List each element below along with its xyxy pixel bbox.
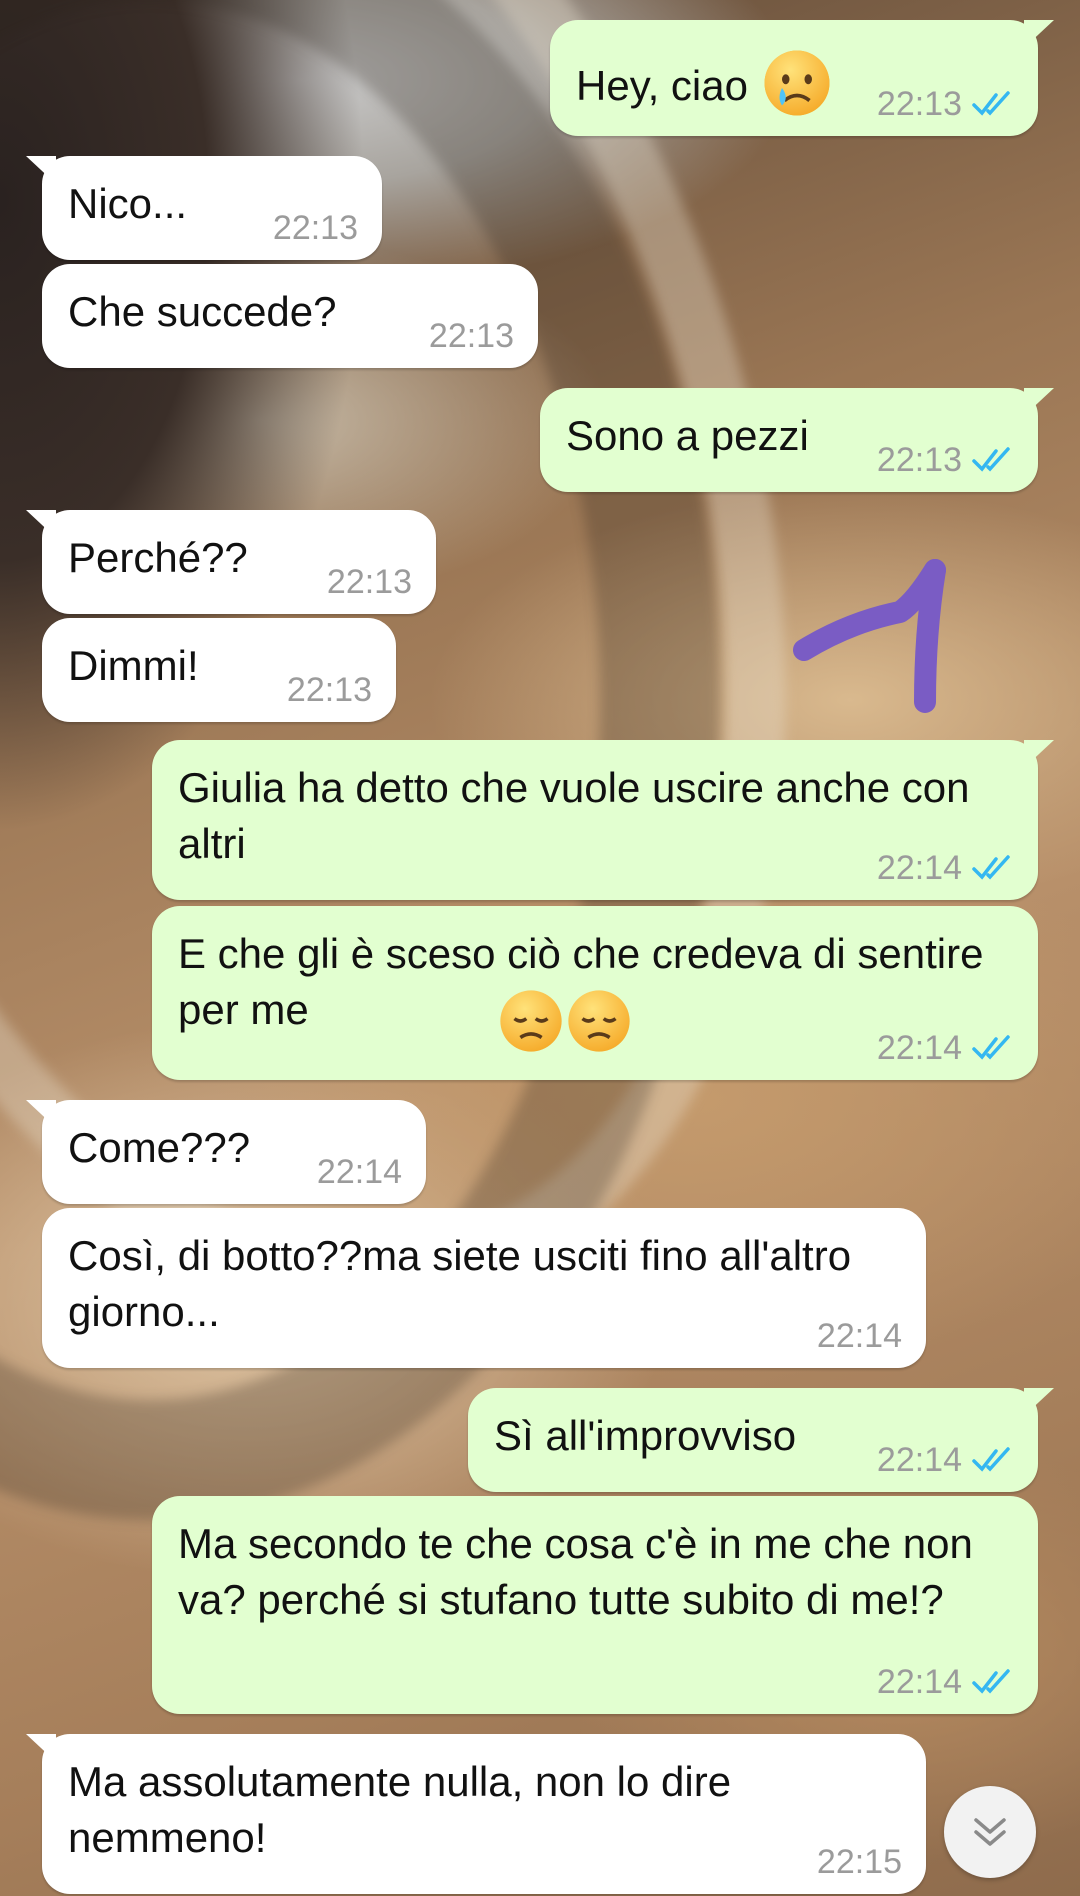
message-bubble-outgoing[interactable]: Ma secondo te che cosa c'è in me che non… bbox=[152, 1496, 1038, 1714]
message-bubble-incoming[interactable]: Come??? 22:14 bbox=[26, 1100, 426, 1204]
message-meta: 22:13 bbox=[877, 442, 1014, 478]
message-text: Perché?? bbox=[68, 534, 248, 581]
message-meta: 22:13 bbox=[273, 210, 358, 246]
message-meta: 22:14 bbox=[877, 1442, 1014, 1478]
double-check-icon bbox=[972, 91, 1010, 116]
message-meta: 22:15 bbox=[817, 1844, 902, 1880]
message-meta: 22:14 bbox=[877, 850, 1014, 886]
message-time: 22:14 bbox=[876, 1029, 962, 1067]
message-time: 22:13 bbox=[428, 317, 514, 355]
message-time: 22:14 bbox=[876, 1663, 962, 1701]
message-meta: 22:13 bbox=[429, 318, 514, 354]
message-text: Dimmi! bbox=[68, 642, 199, 689]
message-bubble-outgoing[interactable]: Sì all'improvviso 22:14 bbox=[468, 1388, 1054, 1492]
message-bubble-incoming[interactable]: Dimmi! 22:13 bbox=[42, 618, 396, 722]
message-time: 22:14 bbox=[876, 849, 962, 887]
disappointed-face-emoji bbox=[568, 990, 630, 1052]
message-text: Sì all'improvviso bbox=[494, 1412, 797, 1459]
message-time: 22:13 bbox=[272, 209, 358, 247]
message-bubble-incoming[interactable]: Perché?? 22:13 bbox=[26, 510, 436, 614]
message-text: Sono a pezzi bbox=[566, 412, 809, 459]
message-text: Ma secondo te che cosa c'è in me che non… bbox=[178, 1520, 985, 1623]
message-bubble-outgoing[interactable]: Hey, ciao 22:13 bbox=[550, 20, 1054, 136]
message-text: Nico... bbox=[68, 180, 188, 227]
message-text: Ma assolutamente nulla, non lo dire nemm… bbox=[68, 1758, 743, 1861]
message-text: Così, di botto??ma siete usciti fino all… bbox=[68, 1232, 863, 1335]
message-bubble-outgoing[interactable]: Giulia ha detto che vuole uscire anche c… bbox=[152, 740, 1054, 900]
message-text: Giulia ha detto che vuole uscire anche c… bbox=[178, 764, 982, 867]
message-meta: 22:14 bbox=[877, 1664, 1014, 1700]
message-time: 22:13 bbox=[876, 441, 962, 479]
message-bubble-incoming[interactable]: Così, di botto??ma siete usciti fino all… bbox=[42, 1208, 926, 1368]
message-meta: 22:14 bbox=[817, 1318, 902, 1354]
message-meta: 22:13 bbox=[287, 672, 372, 708]
double-check-icon bbox=[972, 1035, 1010, 1060]
message-time: 22:14 bbox=[316, 1153, 402, 1191]
message-text: Che succede? bbox=[68, 288, 337, 335]
message-meta: 22:14 bbox=[317, 1154, 402, 1190]
message-text: Come??? bbox=[68, 1124, 251, 1171]
crying-face-emoji bbox=[764, 50, 830, 116]
disappointed-face-emoji bbox=[500, 990, 562, 1052]
message-meta: 22:13 bbox=[877, 86, 1014, 122]
message-text: Hey, ciao bbox=[576, 62, 748, 109]
double-check-icon bbox=[972, 1447, 1010, 1472]
double-check-icon bbox=[972, 447, 1010, 472]
double-check-icon bbox=[972, 1669, 1010, 1694]
message-meta: 22:13 bbox=[327, 564, 412, 600]
double-chevron-down-icon bbox=[974, 1818, 1006, 1846]
hand-drawn-arrow-annotation bbox=[793, 559, 946, 713]
message-time: 22:13 bbox=[876, 85, 962, 123]
message-time: 22:13 bbox=[326, 563, 412, 601]
message-bubble-incoming[interactable]: Che succede? 22:13 bbox=[42, 264, 538, 368]
message-time: 22:14 bbox=[876, 1441, 962, 1479]
message-time: 22:14 bbox=[816, 1317, 902, 1355]
message-bubble-incoming[interactable]: Ma assolutamente nulla, non lo dire nemm… bbox=[26, 1734, 926, 1894]
scroll-to-bottom-button[interactable] bbox=[944, 1786, 1036, 1878]
message-time: 22:15 bbox=[816, 1843, 902, 1881]
message-bubble-incoming[interactable]: Nico... 22:13 bbox=[26, 156, 382, 260]
message-bubble-outgoing[interactable]: E che gli è sceso ciò che credeva di sen… bbox=[152, 906, 1038, 1080]
message-time: 22:13 bbox=[286, 671, 372, 709]
double-check-icon bbox=[972, 855, 1010, 880]
message-bubble-outgoing[interactable]: Sono a pezzi 22:13 bbox=[540, 388, 1054, 492]
message-meta: 22:14 bbox=[877, 1030, 1014, 1066]
